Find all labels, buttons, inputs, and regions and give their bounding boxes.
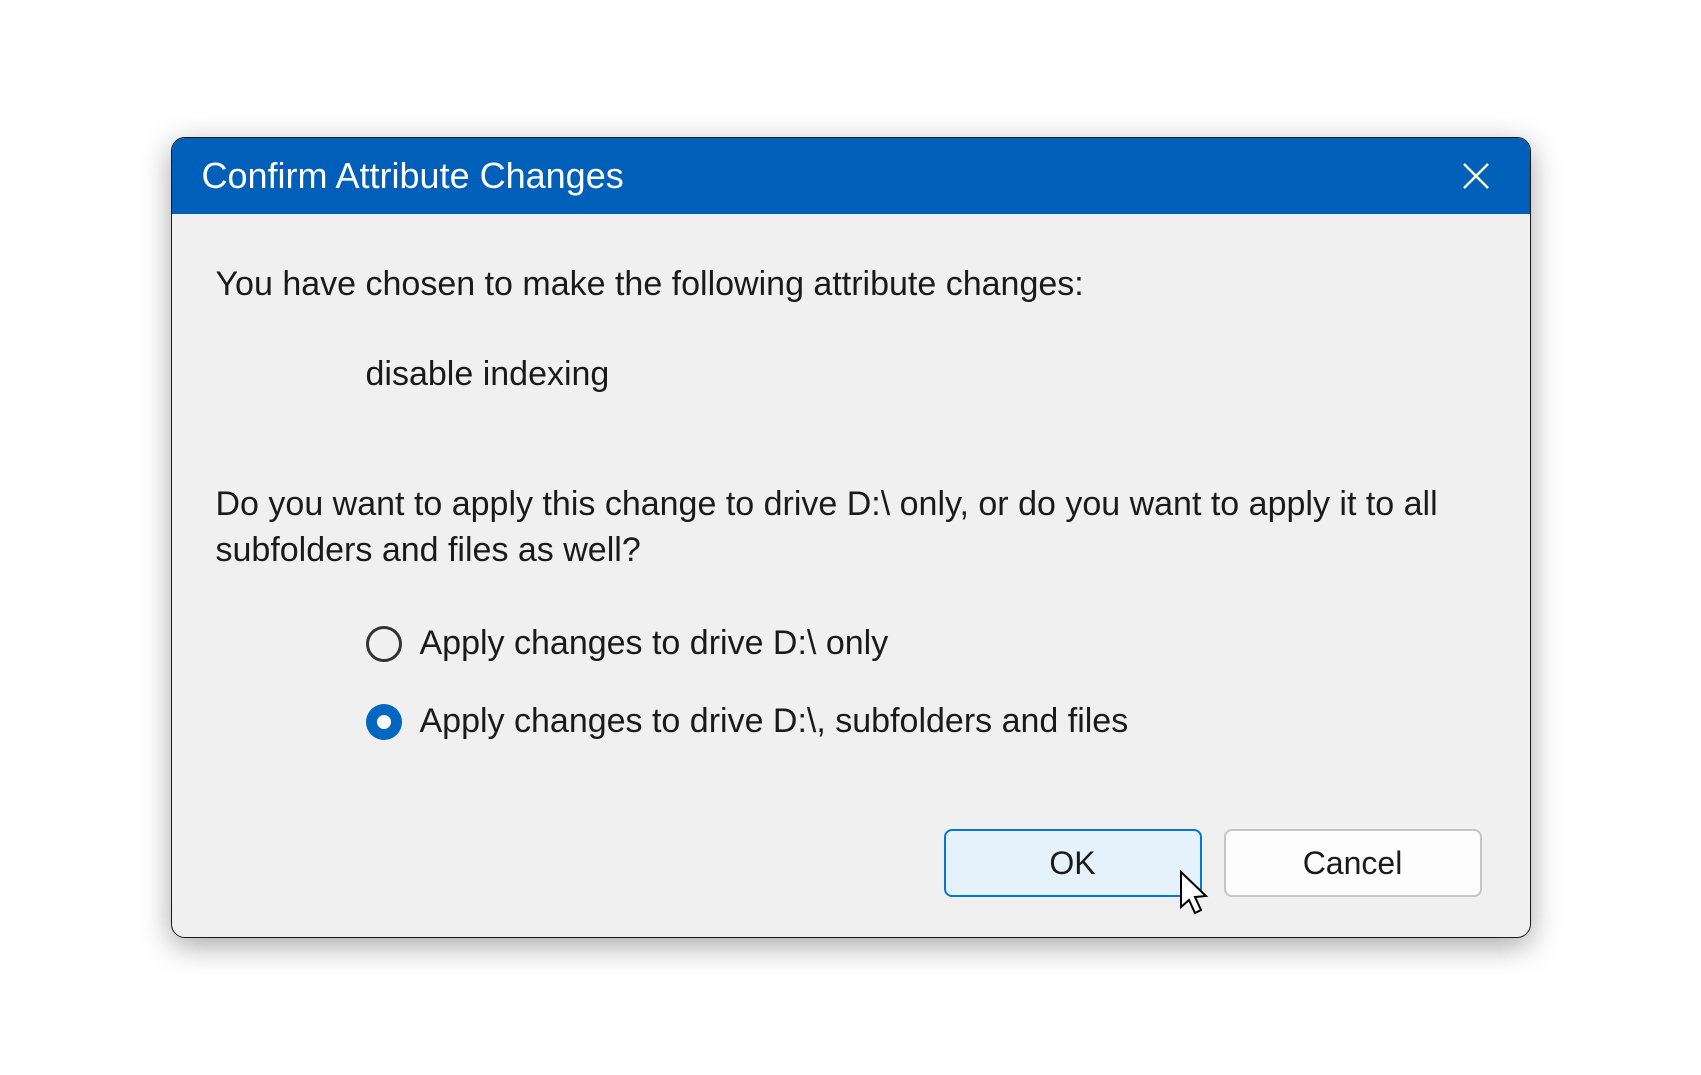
radio-indicator [366,626,402,662]
radio-indicator-selected [366,704,402,740]
radio-option-subfolders-files[interactable]: Apply changes to drive D:\, subfolders a… [366,699,1486,745]
cancel-button[interactable]: Cancel [1224,829,1482,897]
close-button[interactable] [1446,146,1506,206]
question-text: Do you want to apply this change to driv… [216,482,1486,574]
titlebar: Confirm Attribute Changes [172,138,1530,214]
dialog-title: Confirm Attribute Changes [202,155,624,197]
radio-label-drive-only: Apply changes to drive D:\ only [420,621,889,667]
close-icon [1460,160,1492,192]
button-row: OK Cancel [216,829,1486,897]
ok-button[interactable]: OK [944,829,1202,897]
radio-option-drive-only[interactable]: Apply changes to drive D:\ only [366,621,1486,667]
attribute-change-item: disable indexing [216,352,1486,398]
intro-text: You have chosen to make the following at… [216,262,1486,308]
radio-group: Apply changes to drive D:\ only Apply ch… [216,621,1486,745]
dialog-content: You have chosen to make the following at… [172,214,1530,937]
radio-label-subfolders-files: Apply changes to drive D:\, subfolders a… [420,699,1129,745]
confirm-attribute-changes-dialog: Confirm Attribute Changes You have chose… [171,137,1531,938]
